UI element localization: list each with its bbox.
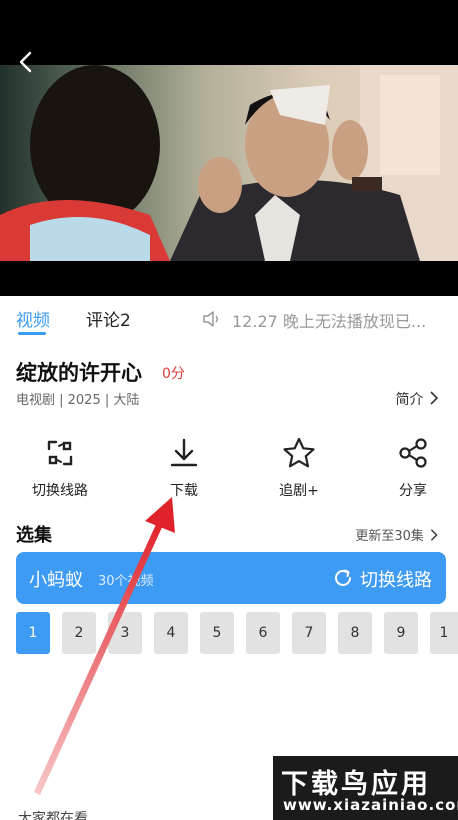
- episodes-update-link[interactable]: 更新至30集: [355, 525, 440, 544]
- back-arrow-icon[interactable]: [12, 48, 40, 76]
- video-still-image: [0, 65, 458, 261]
- follow-show-button[interactable]: 追剧+: [251, 436, 347, 502]
- episode-item[interactable]: 9: [384, 612, 418, 654]
- source-switch-button[interactable]: 切换线路: [335, 566, 432, 592]
- download-icon: [170, 438, 198, 467]
- episode-item[interactable]: 4: [154, 612, 188, 654]
- show-score: 0分: [162, 366, 185, 382]
- refresh-icon: [335, 569, 351, 586]
- chevron-right-icon: [430, 391, 439, 405]
- notice-marquee[interactable]: 12.27 晚上无法播放现已...: [202, 308, 458, 332]
- switch-line-label: 切换线路: [32, 483, 88, 499]
- watermark-url: www.xiazainiao.com: [283, 796, 458, 814]
- switch-line-button[interactable]: 切换线路: [12, 436, 108, 502]
- switch-line-icon: [47, 440, 73, 466]
- detail-tabs: 视频 评论2 12.27 晚上无法播放现已...: [0, 296, 458, 342]
- episode-item[interactable]: 1: [430, 612, 458, 654]
- source-line-bar[interactable]: 小蚂蚁 30个视频 切换线路: [16, 552, 446, 604]
- share-button[interactable]: 分享: [365, 436, 458, 502]
- speaker-icon: [203, 311, 218, 327]
- episode-item[interactable]: 8: [338, 612, 372, 654]
- share-label: 分享: [399, 483, 427, 499]
- show-title: 绽放的许开心: [16, 361, 142, 385]
- source-video-count: 30个视频: [98, 574, 154, 589]
- chevron-right-icon: [430, 529, 438, 541]
- show-meta: 电视剧 | 2025 | 大陆: [16, 393, 140, 408]
- recommend-heading: 大家都在看: [18, 811, 88, 820]
- share-icon: [399, 438, 427, 468]
- tab-active-indicator: [18, 332, 46, 335]
- episode-item[interactable]: 1: [16, 612, 50, 654]
- episodes-update-label: 更新至30集: [355, 529, 424, 544]
- download-label: 下载: [170, 483, 198, 499]
- episode-item[interactable]: 5: [200, 612, 234, 654]
- source-line-name: 小蚂蚁: [29, 570, 83, 591]
- app-screen: 视频 评论2 12.27 晚上无法播放现已... 绽放的许开心 0分 电视剧 |…: [0, 0, 458, 820]
- notice-text: 12.27 晚上无法播放现已...: [232, 312, 427, 331]
- tab-comments[interactable]: 评论2: [86, 306, 131, 331]
- download-button[interactable]: 下载: [136, 436, 232, 502]
- episode-item[interactable]: 7: [292, 612, 326, 654]
- tab-video[interactable]: 视频: [16, 306, 50, 331]
- episodes-heading: 选集: [16, 525, 52, 546]
- video-frame[interactable]: [0, 65, 458, 261]
- episode-item[interactable]: 6: [246, 612, 280, 654]
- star-icon: [283, 437, 315, 468]
- follow-show-label: 追剧+: [279, 483, 319, 499]
- source-switch-label: 切换线路: [360, 570, 432, 591]
- episode-item[interactable]: 3: [108, 612, 142, 654]
- intro-label: 简介: [395, 392, 424, 408]
- intro-link[interactable]: 简介: [396, 389, 440, 409]
- episode-item[interactable]: 2: [62, 612, 96, 654]
- video-player[interactable]: [0, 0, 458, 296]
- watermark-logo: 下载鸟应用 www.xiazainiao.com: [273, 756, 458, 820]
